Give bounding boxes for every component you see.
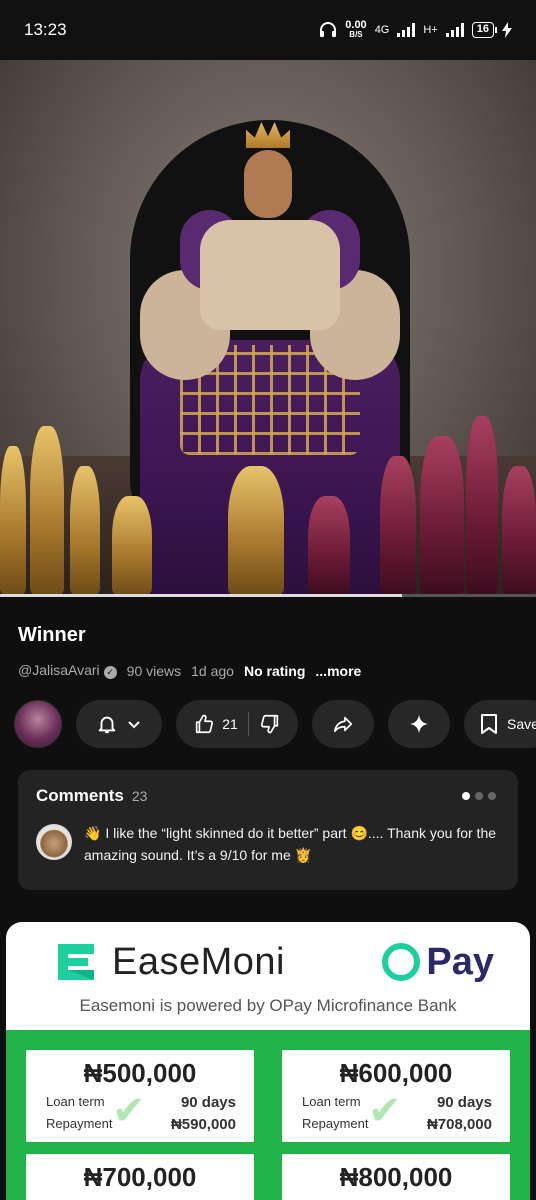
comments-count: 23	[131, 788, 148, 804]
thumbs-down-icon	[260, 714, 278, 734]
status-time: 13:23	[24, 20, 67, 39]
loan-term-row: Loan term 90 days	[302, 1094, 492, 1111]
repayment-value: ₦590,000	[170, 1116, 236, 1133]
carousel-dot-active	[462, 792, 470, 800]
easemoni-brand-name: EaseMoni	[112, 940, 285, 983]
loan-term-label: Loan term	[46, 1094, 105, 1109]
top-comment: 👋 I like the “light skinned do it better…	[36, 822, 500, 866]
loan-term-row: Loan term 90 days	[46, 1094, 236, 1111]
status-icons: 0.00 B/S 4G H+ 16	[319, 20, 512, 40]
easemoni-logo-icon	[58, 944, 94, 980]
chess-piece	[70, 466, 100, 596]
signal-icon	[397, 23, 416, 37]
loan-card[interactable]: ₦800,000 ✔	[282, 1154, 510, 1200]
loan-card[interactable]: ₦600,000 ✔ Loan term 90 days Repayment ₦70…	[282, 1050, 510, 1142]
carousel-dot	[488, 792, 496, 800]
video-title: Winner	[18, 624, 86, 646]
battery-icon: 16	[471, 22, 498, 38]
easemoni-ad[interactable]: EaseMoni Pay Easemoni is powered by OPay…	[6, 922, 530, 1200]
figure-face	[244, 150, 292, 218]
repayment-label: Repayment	[46, 1116, 113, 1131]
view-count: 90 views	[126, 662, 182, 679]
share-icon	[333, 716, 353, 733]
loan-term-value: 90 days	[436, 1094, 492, 1111]
loan-offers: ₦500,000 ✔ Loan term 90 days Repayment ₦59…	[6, 1030, 530, 1200]
loan-amount: ₦800,000	[339, 1162, 453, 1192]
repayment-label: Repayment	[302, 1116, 369, 1131]
subscribe-bell-button[interactable]	[76, 700, 162, 748]
chess-piece	[228, 466, 284, 596]
share-button[interactable]	[312, 700, 374, 748]
chess-piece	[112, 496, 152, 596]
opay-brand-name: Pay	[426, 940, 494, 983]
loan-term-label: Loan term	[302, 1094, 361, 1109]
save-button[interactable]: Save	[464, 700, 536, 748]
signal-icon-2	[445, 23, 464, 37]
like-button[interactable]: 21	[183, 713, 248, 735]
bell-icon	[98, 716, 116, 734]
chess-piece	[380, 456, 416, 596]
chess-piece	[0, 446, 26, 596]
app-screen: 13:23 0.00 B/S 4G H+ 16 Winner @JalisaAv…	[0, 0, 536, 1200]
loan-amount: ₦700,000	[83, 1162, 197, 1192]
sparkle-icon	[409, 714, 429, 734]
opay-o-icon	[382, 943, 421, 981]
carousel-dots	[462, 792, 496, 800]
comments-header: Comments 23	[36, 786, 500, 806]
comment-text: 👋 I like the “light skinned do it better…	[84, 825, 497, 863]
chess-piece	[466, 416, 498, 596]
video-progress-bar[interactable]	[0, 594, 536, 597]
chess-piece	[30, 426, 64, 596]
video-player[interactable]	[0, 60, 536, 596]
like-dislike-group: 21	[176, 700, 298, 748]
comments-title: Comments	[36, 786, 124, 805]
charging-icon	[502, 22, 512, 38]
video-progress-fill	[0, 594, 402, 597]
upload-age: 1d ago	[191, 662, 234, 679]
bookmark-icon	[481, 714, 498, 734]
status-bar: 13:23 0.00 B/S 4G H+ 16	[0, 0, 536, 60]
chess-piece	[420, 436, 464, 596]
figure-blouse	[200, 220, 340, 330]
check-icon: ✔	[112, 1192, 146, 1200]
verified-icon: ✓	[103, 666, 117, 679]
thumbs-up-icon	[196, 714, 214, 734]
dislike-button[interactable]	[249, 713, 291, 735]
loan-amount: ₦500,000	[83, 1058, 197, 1088]
like-count: 21	[222, 716, 238, 732]
loan-card[interactable]: ₦700,000 ✔	[26, 1154, 254, 1200]
save-label: Save	[507, 716, 536, 732]
video-meta: @JalisaAvari ✓ 90 views 1d ago No rating …	[18, 662, 361, 679]
repayment-row: Repayment ₦590,000	[46, 1116, 236, 1133]
chess-piece	[308, 496, 350, 596]
network-type-2: H+	[423, 24, 438, 36]
comments-card[interactable]: Comments 23 👋 I like the “light skinned …	[18, 770, 518, 890]
carousel-dot	[475, 792, 483, 800]
headphones-icon	[320, 22, 337, 37]
network-type-1: 4G	[374, 24, 390, 36]
loan-amount: ₦600,000	[339, 1058, 453, 1088]
rating-label: No rating	[243, 662, 306, 679]
repayment-value: ₦708,000	[426, 1116, 492, 1133]
repayment-row: Repayment ₦708,000	[302, 1116, 492, 1133]
network-speed-unit: B/S	[349, 30, 363, 39]
chevron-down-icon	[128, 721, 140, 729]
ad-tagline: Easemoni is powered by OPay Microfinance…	[79, 996, 457, 1015]
channel-avatar[interactable]	[14, 700, 62, 748]
channel-name: @JalisaAvari	[18, 662, 100, 678]
ai-sparkle-button[interactable]	[388, 700, 450, 748]
chess-piece	[502, 466, 536, 596]
channel-link[interactable]: @JalisaAvari ✓	[18, 662, 117, 679]
check-icon: ✔	[368, 1192, 402, 1200]
ad-header: EaseMoni Pay Easemoni is powered by OPay…	[6, 922, 530, 1032]
brand-row: EaseMoni Pay	[54, 940, 494, 984]
action-row: 21 Save	[14, 700, 536, 748]
loan-term-value: 90 days	[180, 1094, 236, 1111]
loan-card[interactable]: ₦500,000 ✔ Loan term 90 days Repayment ₦59…	[26, 1050, 254, 1142]
network-speed: 0.00 B/S	[345, 20, 366, 40]
opay-brand: Pay	[382, 941, 494, 984]
network-speed-value: 0.00	[345, 19, 367, 31]
more-link[interactable]: ...more	[315, 663, 361, 679]
commenter-avatar	[36, 824, 72, 860]
